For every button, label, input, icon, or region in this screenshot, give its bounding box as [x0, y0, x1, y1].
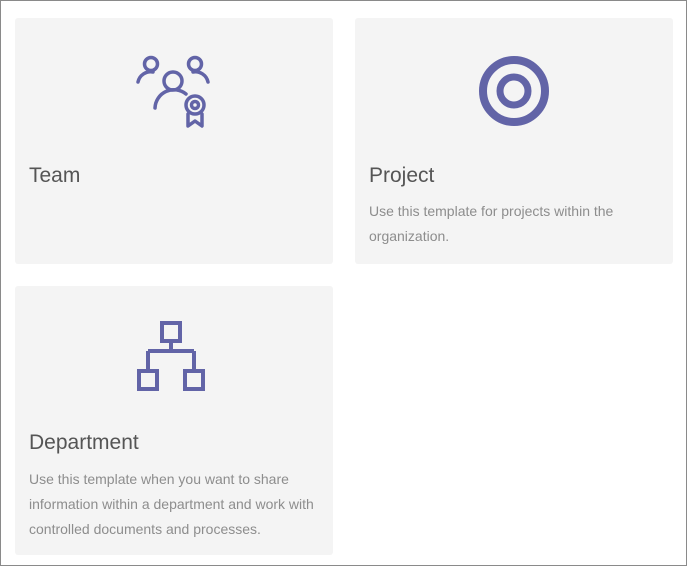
template-title: Project — [369, 164, 435, 187]
template-picker: Team Project Use this template for proje… — [0, 0, 687, 566]
org-chart-icon — [137, 321, 205, 391]
template-description: Use this template for projects within th… — [369, 203, 614, 244]
template-description: Use this template when you want to share… — [29, 471, 314, 537]
template-title: Team — [29, 164, 81, 187]
team-award-icon — [136, 55, 210, 128]
template-title: Department — [29, 431, 139, 454]
target-icon — [479, 56, 549, 126]
template-card-department[interactable]: Department Use this template when you wa… — [15, 286, 333, 555]
template-card-team[interactable]: Team — [15, 18, 333, 264]
template-card-project[interactable]: Project Use this template for projects w… — [355, 18, 673, 264]
